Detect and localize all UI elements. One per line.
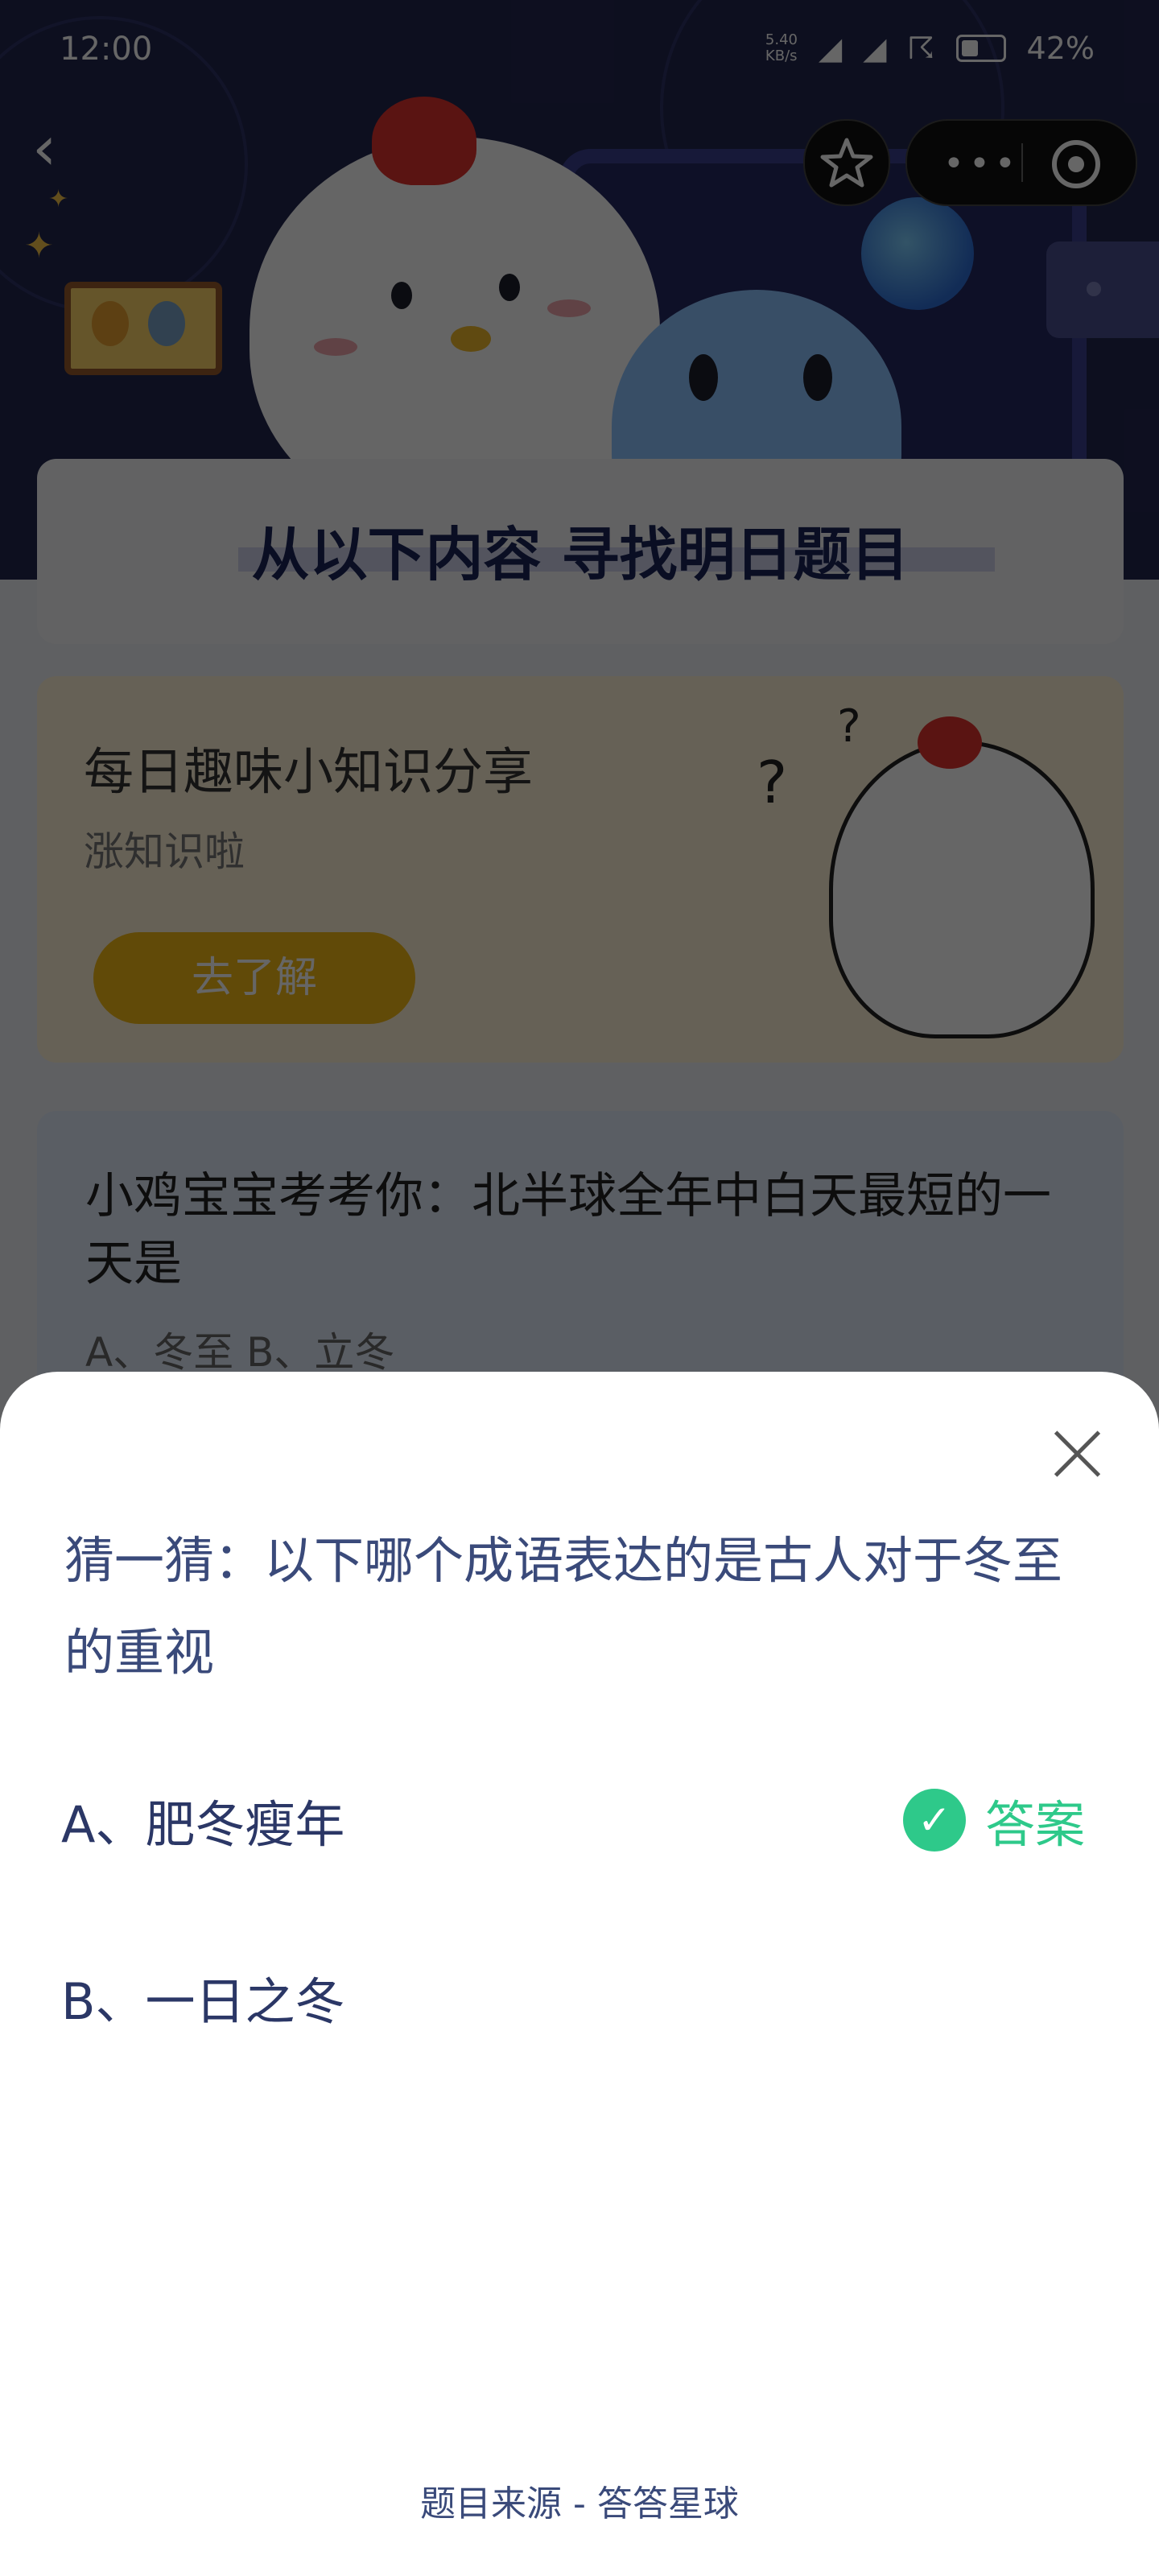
status-time: 12:00 xyxy=(60,31,153,68)
thinking-chick-comb xyxy=(918,716,982,769)
capsule-divider xyxy=(1021,143,1023,182)
network-speed-value: 5.40 xyxy=(765,31,798,48)
chick-eye xyxy=(499,274,520,301)
close-program-icon[interactable] xyxy=(1052,140,1100,188)
chick-blush xyxy=(547,299,591,317)
tips-card-title: 每日趣味小知识分享 xyxy=(84,742,534,801)
option-a[interactable]: A、肥冬瘦年 xyxy=(61,1784,344,1856)
sparkle-icon: ✦ xyxy=(24,225,54,266)
favorite-button[interactable] xyxy=(803,119,890,206)
quiz-card-options: A、冬至 B、立冬 xyxy=(85,1329,395,1376)
banner-title: 从以下内容 寻找明日题目 xyxy=(251,521,909,588)
question-mark-icon: ? xyxy=(757,749,788,816)
check-circle-icon: ✓ xyxy=(902,1789,966,1852)
quiz-card-question: 小鸡宝宝考考你：北半球全年中白天最短的一天是 xyxy=(85,1168,1051,1292)
wifi-icon: ☈ xyxy=(907,31,935,66)
chick-eye xyxy=(391,282,412,309)
blue-mascot-eye xyxy=(689,354,718,401)
chick-blush xyxy=(314,338,357,356)
signal-icon: ◢ xyxy=(819,31,843,66)
close-icon[interactable] xyxy=(1051,1428,1103,1480)
option-b[interactable]: B、一日之冬 xyxy=(61,1961,345,2033)
battery-percent: 42% xyxy=(1026,31,1095,66)
banner-card: 从以下内容 寻找明日题目 xyxy=(37,459,1124,644)
sheet-question: 猜一猜：以下哪个成语表达的是古人对于冬至的重视 xyxy=(64,1531,1063,1682)
mini-program-nav: ‹ ••• xyxy=(0,105,1159,206)
network-speed-unit: KB/s xyxy=(765,47,798,64)
decor-plank xyxy=(1046,242,1159,338)
back-icon[interactable]: ‹ xyxy=(32,118,89,179)
status-bar: 12:00 5.40 KB/s ◢ ◢ ☈ 42% xyxy=(0,0,1159,97)
thinking-chick-illustration xyxy=(829,741,1095,1038)
signal-icon: ◢ xyxy=(863,31,887,66)
tips-card-subtitle: 涨知识啦 xyxy=(84,828,245,875)
network-speed: 5.40 KB/s xyxy=(765,32,798,64)
capsule-menu: ••• xyxy=(905,119,1137,206)
question-source: 题目来源 - 答答星球 xyxy=(420,2483,739,2524)
blue-mascot-eye xyxy=(803,354,832,401)
battery-icon xyxy=(955,35,1006,62)
learn-more-button[interactable]: 去了解 xyxy=(93,932,415,1024)
answer-label: 答案 xyxy=(984,1795,1085,1854)
question-mark-icon: ? xyxy=(837,700,861,753)
chick-beak xyxy=(451,326,491,352)
globe-icon xyxy=(861,197,974,310)
answer-indicator: ✓ 答案 xyxy=(902,1784,1085,1856)
answer-sheet: 猜一猜：以下哪个成语表达的是古人对于冬至的重视 A、肥冬瘦年 ✓ 答案 B、一日… xyxy=(0,1372,1159,2576)
star-icon xyxy=(820,138,873,188)
more-icon[interactable]: ••• xyxy=(943,143,1021,184)
medal-frame-icon xyxy=(64,282,222,375)
